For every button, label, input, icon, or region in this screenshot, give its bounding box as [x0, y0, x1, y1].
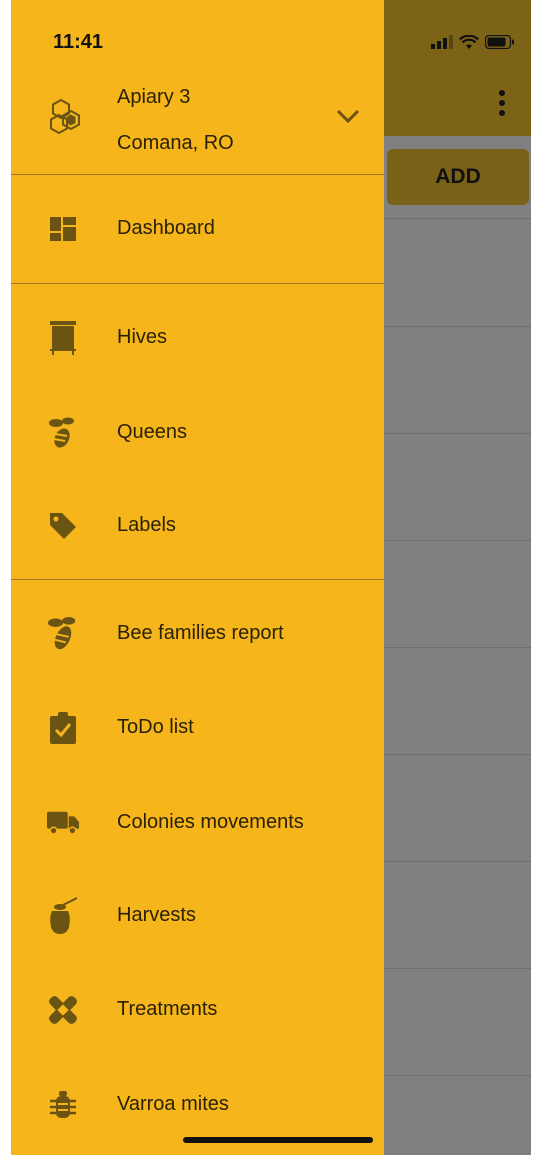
bug-icon [47, 1089, 79, 1121]
hive-box-icon [47, 321, 79, 355]
divider [11, 283, 384, 284]
menu-item-todo-list[interactable]: ToDo list [11, 698, 384, 758]
navigation-drawer: 11:41 Apiary 3 Comana, RO Dashboard Hive… [11, 0, 384, 1155]
list-divider [384, 218, 531, 219]
menu-label: Bee families report [117, 622, 284, 644]
menu-item-queens[interactable]: Queens [11, 403, 384, 463]
app-screen: ADD 11:41 Apiary 3 Comana, RO Dashboard … [11, 0, 531, 1155]
battery-icon [485, 35, 514, 49]
apiary-location[interactable]: Comana, RO [117, 132, 234, 155]
menu-item-varroa-mites[interactable]: Varroa mites [11, 1075, 384, 1135]
wifi-icon [459, 34, 479, 49]
menu-item-labels[interactable]: Labels [11, 496, 384, 556]
honey-pot-icon [47, 897, 79, 934]
list-divider [384, 754, 531, 755]
tag-icon [47, 510, 79, 542]
chevron-down-icon[interactable] [336, 108, 360, 124]
home-indicator[interactable] [183, 1137, 373, 1143]
list-divider [384, 968, 531, 969]
menu-item-dashboard[interactable]: Dashboard [11, 199, 384, 259]
truck-icon [47, 807, 79, 839]
list-divider [384, 1075, 531, 1076]
dashboard-icon [47, 213, 79, 245]
honeycomb-icon [49, 98, 83, 136]
menu-label: Labels [117, 514, 176, 536]
clipboard-check-icon [47, 712, 79, 744]
menu-label: ToDo list [117, 716, 194, 738]
menu-item-treatments[interactable]: Treatments [11, 980, 384, 1040]
list-divider [384, 433, 531, 434]
menu-label: Colonies movements [117, 811, 304, 833]
divider [11, 174, 384, 175]
queen-bee-icon [47, 417, 79, 449]
status-time: 11:41 [53, 31, 104, 53]
menu-label: Harvests [117, 904, 196, 926]
bee-icon [47, 617, 79, 650]
menu-item-hives[interactable]: Hives [11, 308, 384, 368]
menu-label: Hives [117, 326, 168, 348]
menu-label: Treatments [117, 998, 218, 1020]
menu-item-bee-families-report[interactable]: Bee families report [11, 604, 384, 664]
list-divider [384, 647, 531, 648]
add-button[interactable]: ADD [387, 149, 529, 205]
list-divider [384, 540, 531, 541]
more-options-icon[interactable] [499, 90, 505, 120]
bandage-icon [47, 994, 79, 1026]
menu-label: Dashboard [117, 217, 215, 239]
list-divider [384, 861, 531, 862]
menu-item-harvests[interactable]: Harvests [11, 886, 384, 946]
status-icons [431, 32, 515, 52]
menu-label: Queens [117, 421, 188, 443]
signal-icon [431, 35, 453, 49]
list-divider [384, 326, 531, 327]
divider [11, 579, 384, 580]
apiary-name[interactable]: Apiary 3 [117, 86, 190, 109]
menu-label: Varroa mites [117, 1093, 229, 1115]
menu-item-colonies-movements[interactable]: Colonies movements [11, 793, 384, 853]
